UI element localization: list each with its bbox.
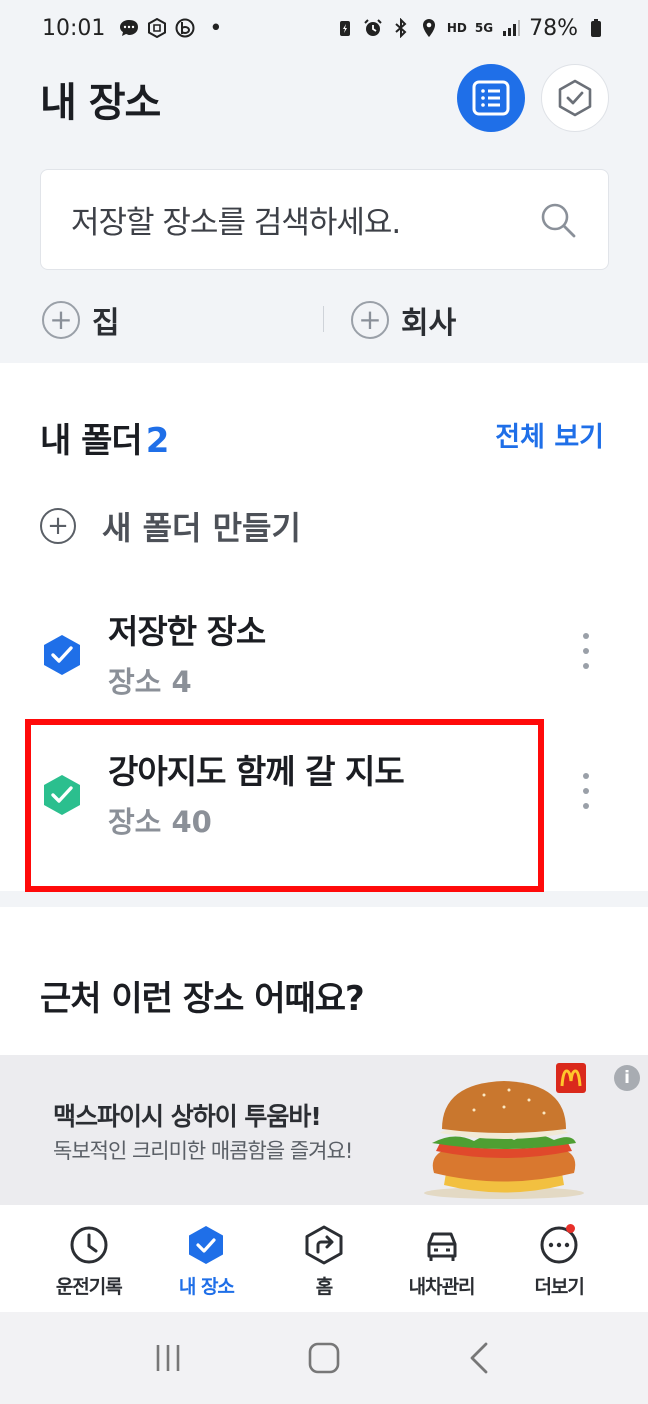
bluetooth-icon: [395, 18, 407, 38]
ad-subtitle: 독보적인 크리미한 매콤함을 즐겨요!: [53, 1139, 353, 1163]
quick-places-row: + 집 + 회사: [0, 290, 648, 350]
new-folder-button[interactable]: + 새 폴더 만들기: [40, 503, 301, 549]
new-folder-label: 새 폴더 만들기: [102, 509, 301, 547]
folder-name: 강아지도 함께 갈 지도: [108, 752, 405, 791]
green-check-shield-icon: [44, 775, 80, 815]
nav-label: 내차관리: [408, 1276, 476, 1298]
home-button[interactable]: [304, 1338, 344, 1378]
app-badge-icon: [148, 18, 167, 38]
battery-saver-icon: [339, 21, 350, 36]
nav-label: 운전기록: [55, 1276, 123, 1298]
status-time: 10:01: [42, 15, 106, 41]
b-app-icon: [175, 18, 195, 38]
page-title: 내 장소: [40, 80, 161, 126]
add-home-button[interactable]: + 집: [42, 298, 120, 342]
system-navigation-bar: [0, 1312, 648, 1404]
nav-my-places[interactable]: 내 장소: [148, 1206, 266, 1312]
mcdonalds-logo-icon: [556, 1063, 586, 1093]
plus-icon: +: [40, 508, 76, 544]
list-icon: [472, 80, 510, 116]
clock-icon: [70, 1226, 108, 1264]
header: 내 장소: [0, 56, 648, 146]
ad-info-icon[interactable]: i: [614, 1065, 640, 1091]
signal-icon: [503, 20, 521, 36]
route-icon: [305, 1225, 343, 1265]
status-bar: 10:01 • HD 5G 78%: [0, 0, 648, 56]
chat-icon: [120, 20, 139, 36]
home-label: 집: [92, 306, 120, 341]
folder-item[interactable]: 저장한 장소 장소 4: [0, 591, 648, 721]
folders-count: 2: [145, 421, 170, 461]
blue-check-shield-icon: [44, 635, 80, 675]
battery-icon: [591, 19, 601, 37]
folders-title: 내 폴더 2: [40, 413, 170, 462]
company-label: 회사: [401, 306, 457, 341]
search-icon[interactable]: [538, 200, 578, 240]
nav-my-car[interactable]: 내차관리: [383, 1206, 501, 1312]
battery-percent: 78%: [529, 15, 578, 41]
more-vertical-icon[interactable]: [576, 629, 596, 673]
check-shield-icon: [558, 79, 592, 117]
plus-icon: +: [42, 301, 80, 339]
recent-apps-button[interactable]: [148, 1338, 188, 1378]
view-all-link[interactable]: 전체 보기: [495, 415, 604, 454]
nav-label: 홈: [315, 1276, 334, 1298]
nav-driving-record[interactable]: 운전기록: [30, 1206, 148, 1312]
nearby-title: 근처 이런 장소 어때요?: [40, 979, 365, 1019]
car-icon: [427, 1232, 457, 1261]
location-icon: [422, 19, 435, 37]
folder-count: 장소 4: [108, 665, 192, 699]
alarm-icon: [364, 19, 382, 36]
more-vertical-icon[interactable]: [576, 769, 596, 813]
saved-places-map-button[interactable]: [541, 64, 609, 132]
ad-title: 맥스파이시 상하이 투움바!: [53, 1102, 322, 1131]
back-chevron-icon: [470, 1342, 488, 1374]
folder-name: 저장한 장소: [108, 612, 266, 651]
search-input[interactable]: 저장할 장소를 검색하세요.: [40, 169, 609, 270]
add-company-button[interactable]: + 회사: [351, 298, 456, 342]
hd-voice-label: HD: [446, 21, 467, 35]
nav-more[interactable]: 더보기: [500, 1206, 618, 1312]
nav-label: 내 장소: [178, 1276, 235, 1298]
nav-label: 더보기: [534, 1276, 584, 1298]
nav-home[interactable]: 홈: [265, 1206, 383, 1312]
folder-count: 장소 40: [108, 805, 212, 839]
home-square-icon: [308, 1342, 340, 1374]
back-button[interactable]: [460, 1338, 500, 1378]
recent-apps-icon: [156, 1345, 180, 1371]
dot-indicator-icon: •: [209, 15, 223, 41]
divider: [323, 306, 324, 332]
ad-banner[interactable]: 맥스파이시 상하이 투움바! 독보적인 크리미한 매콤함을 즐겨요! i: [0, 1055, 648, 1205]
my-folders-section: 내 폴더 2 전체 보기 + 새 폴더 만들기 저장한 장소 장소 4 강아지도 …: [0, 363, 648, 891]
search-placeholder: 저장할 장소를 검색하세요.: [71, 205, 401, 241]
folders-title-text: 내 폴더: [40, 421, 143, 461]
network-label: 5G: [474, 21, 494, 35]
list-view-button[interactable]: [457, 64, 525, 132]
bottom-navigation: 운전기록 내 장소 홈 내차관리 더보기: [0, 1206, 648, 1312]
check-shield-icon: [189, 1226, 224, 1264]
folder-item[interactable]: 강아지도 함께 갈 지도 장소 40: [0, 731, 648, 861]
plus-icon: +: [351, 301, 389, 339]
